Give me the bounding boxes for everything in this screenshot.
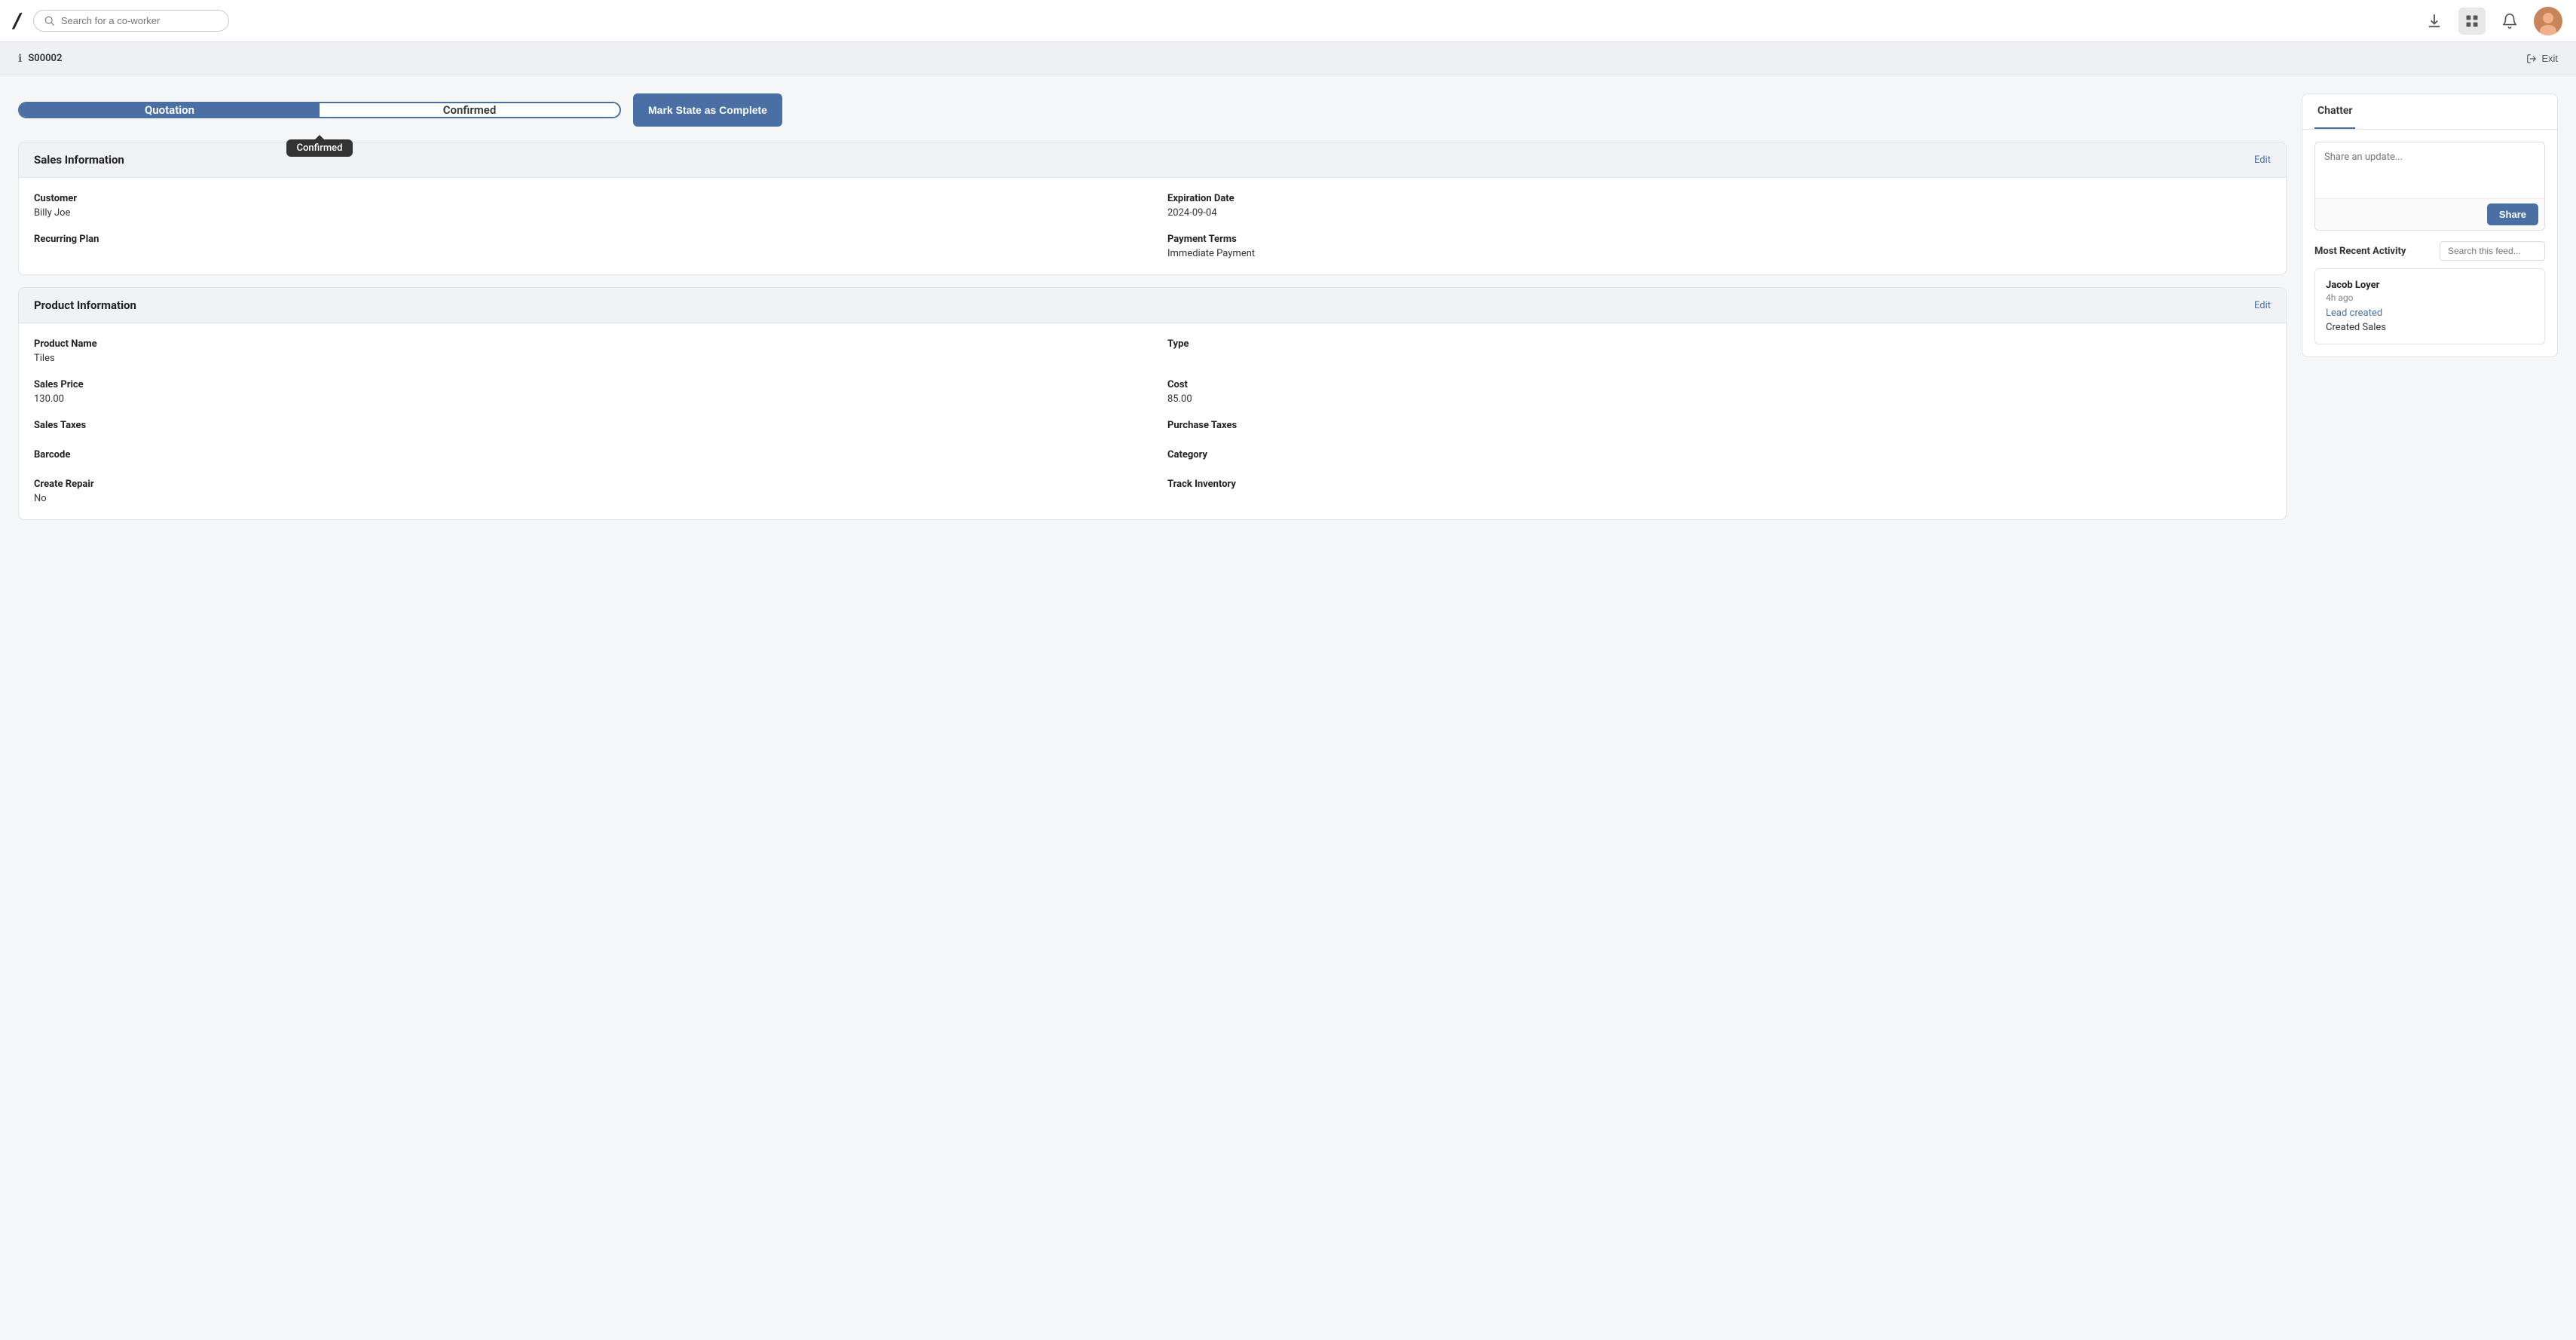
product-info-header: Product Information Edit [19,288,2286,323]
product-info-title: Product Information [34,298,136,312]
share-update-textarea[interactable] [2315,142,2544,195]
category-label: Category [1167,449,2271,460]
field-type: Type [1167,338,2271,364]
sales-taxes-label: Sales Taxes [34,420,1137,431]
chatter-body: Share Most Recent Activity Jacob Loyer 4… [2302,130,2557,356]
chatter-tab[interactable]: Chatter [2314,94,2355,129]
product-information-card: Product Information Edit Product Name Ti… [18,287,2287,520]
share-button[interactable]: Share [2487,203,2538,225]
field-sales-taxes: Sales Taxes [34,420,1137,434]
activity-title: Most Recent Activity [2314,246,2406,257]
chatter-tabs: Chatter [2302,94,2557,130]
field-customer: Customer Billy Joe [34,193,1137,219]
activity-description: Created Sales [2326,322,2534,333]
feed-search-input[interactable] [2440,241,2545,261]
product-name-label: Product Name [34,338,1137,350]
download-icon [2426,13,2443,29]
field-create-repair: Create Repair No [34,479,1137,504]
sales-info-body: Customer Billy Joe Expiration Date 2024-… [19,178,2286,274]
status-step-quotation[interactable]: Quotation [20,103,320,117]
barcode-label: Barcode [34,449,1137,460]
expiration-date-label: Expiration Date [1167,193,2271,204]
sales-price-label: Sales Price [34,379,1137,390]
field-barcode: Barcode [34,449,1137,463]
search-icon [44,16,55,26]
main-content: Quotation Confirmed Confirmed Mark State… [0,75,2576,550]
exit-icon [2526,54,2537,64]
product-name-value: Tiles [34,353,1137,364]
recurring-plan-label: Recurring Plan [34,234,1137,245]
activity-card: Jacob Loyer 4h ago Lead created Created … [2314,268,2545,344]
create-repair-value: No [34,493,1137,504]
navbar: / [0,0,2576,42]
customer-value: Billy Joe [34,207,1137,219]
field-recurring-plan: Recurring Plan [34,234,1137,259]
sales-info-header: Sales Information Edit [19,142,2286,178]
sales-info-fields: Customer Billy Joe Expiration Date 2024-… [34,193,2271,259]
share-update-area: Share [2314,142,2545,231]
search-input[interactable] [61,15,218,26]
activity-header: Most Recent Activity [2314,241,2545,261]
field-purchase-taxes: Purchase Taxes [1167,420,2271,434]
cost-label: Cost [1167,379,2271,390]
info-icon: ℹ [18,53,22,65]
grid-icon-btn[interactable] [2458,8,2486,35]
chatter-card: Chatter Share Most Recent Activity Jacob… [2302,93,2558,357]
track-inventory-label: Track Inventory [1167,479,2271,490]
field-cost: Cost 85.00 [1167,379,2271,405]
activity-link[interactable]: Lead created [2326,307,2534,319]
search-bar[interactable] [33,10,229,32]
field-track-inventory: Track Inventory [1167,479,2271,504]
product-info-edit-button[interactable]: Edit [2254,300,2271,311]
navbar-actions [2421,7,2562,35]
customer-label: Customer [34,193,1137,204]
cost-value: 85.00 [1167,393,2271,405]
avatar-image [2534,7,2562,35]
status-tooltip: Confirmed [286,139,353,157]
activity-section: Most Recent Activity Jacob Loyer 4h ago … [2314,241,2545,344]
status-bar: Quotation Confirmed [18,102,621,118]
create-repair-label: Create Repair [34,479,1137,490]
field-sales-price: Sales Price 130.00 [34,379,1137,405]
product-info-fields: Product Name Tiles Type Sales Price 130.… [34,338,2271,504]
sales-information-card: Sales Information Edit Customer Billy Jo… [18,142,2287,275]
exit-label: Exit [2541,53,2558,64]
status-bar-container: Quotation Confirmed Confirmed Mark State… [18,93,2287,127]
activity-author: Jacob Loyer [2326,280,2534,291]
field-payment-terms: Payment Terms Immediate Payment [1167,234,2271,259]
bell-icon [2501,13,2518,29]
share-actions: Share [2315,198,2544,230]
sales-price-value: 130.00 [34,393,1137,405]
download-icon-btn[interactable] [2421,8,2448,35]
notifications-icon-btn[interactable] [2496,8,2523,35]
breadcrumb-bar: ℹ S00002 Exit [0,42,2576,75]
field-category: Category [1167,449,2271,463]
product-info-body: Product Name Tiles Type Sales Price 130.… [19,323,2286,519]
mark-complete-button[interactable]: Mark State as Complete [633,93,782,127]
sales-info-title: Sales Information [34,153,124,167]
right-panel: Chatter Share Most Recent Activity Jacob… [2302,93,2558,532]
field-expiration-date: Expiration Date 2024-09-04 [1167,193,2271,219]
payment-terms-label: Payment Terms [1167,234,2271,245]
app-logo[interactable]: / [12,11,23,32]
exit-button[interactable]: Exit [2526,53,2558,64]
type-label: Type [1167,338,2271,350]
sales-info-edit-button[interactable]: Edit [2254,154,2271,166]
field-product-name: Product Name Tiles [34,338,1137,364]
grid-icon [2464,14,2480,29]
status-step-confirmed[interactable]: Confirmed [320,103,620,117]
payment-terms-value: Immediate Payment [1167,248,2271,259]
record-id: S00002 [28,53,62,64]
activity-time: 4h ago [2326,292,2534,303]
avatar[interactable] [2534,7,2562,35]
left-panel: Quotation Confirmed Confirmed Mark State… [18,93,2287,532]
purchase-taxes-label: Purchase Taxes [1167,420,2271,431]
expiration-date-value: 2024-09-04 [1167,207,2271,219]
